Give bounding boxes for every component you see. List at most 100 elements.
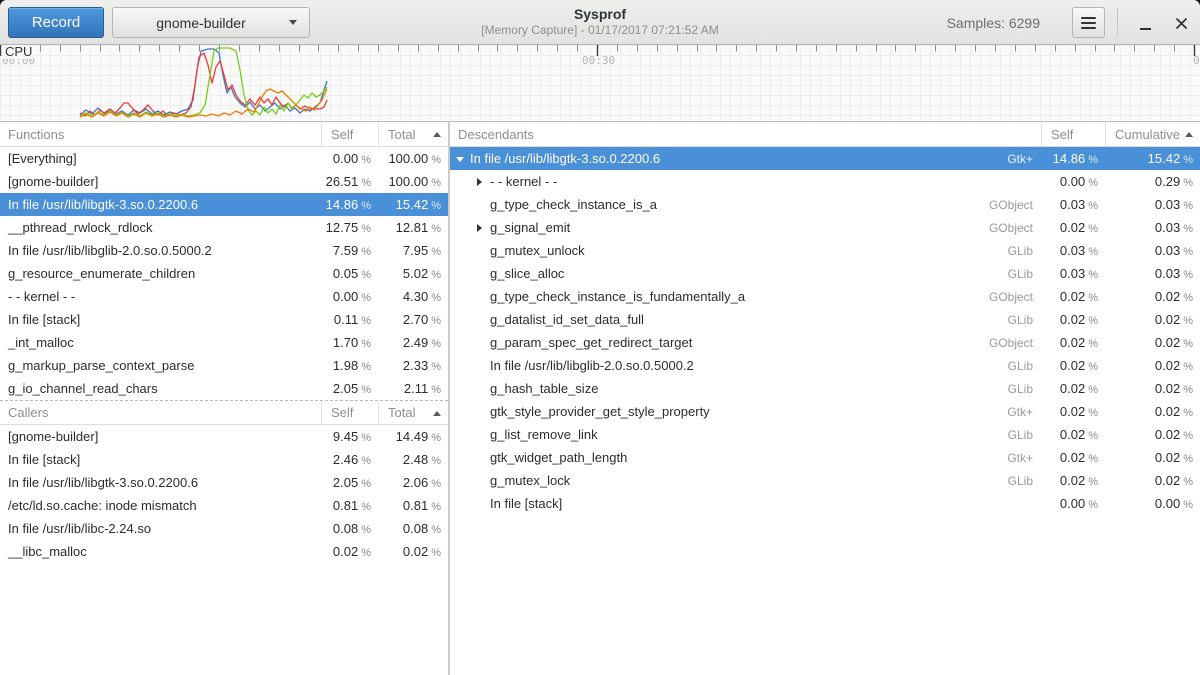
function-name: g_type_check_instance_is_fundamentally_a [490, 289, 745, 304]
total-percent: 14.49% [378, 429, 448, 444]
tree-row[interactable]: - - kernel - -0.00%0.29% [450, 170, 1200, 193]
functions-total-column-header[interactable]: Total [378, 122, 448, 146]
function-name: - - kernel - - [0, 289, 321, 304]
table-row[interactable]: In file /usr/lib/libc-2.24.so0.08%0.08% [0, 517, 448, 540]
tree-row[interactable]: gtk_widget_path_lengthGtk+0.02%0.02% [450, 446, 1200, 469]
cumulative-percent: 0.02% [1105, 358, 1200, 373]
close-icon [1175, 17, 1188, 30]
cumulative-percent: 0.02% [1105, 335, 1200, 350]
close-button[interactable] [1168, 10, 1194, 36]
table-row[interactable]: __libc_malloc0.02%0.02% [0, 540, 448, 563]
function-name: g_mutex_lock [490, 473, 570, 488]
function-name: In file /usr/lib/libglib-2.0.so.0.5000.2 [490, 358, 694, 373]
expander-closed-icon[interactable] [476, 177, 485, 187]
expander-spacer [476, 430, 485, 440]
menu-button[interactable] [1072, 7, 1105, 38]
tree-row[interactable]: g_mutex_lockGLib0.02%0.02% [450, 469, 1200, 492]
tree-row[interactable]: g_type_check_instance_is_fundamentally_a… [450, 285, 1200, 308]
sort-ascending-icon [433, 132, 441, 137]
table-row[interactable]: In file /usr/lib/libglib-2.0.so.0.5000.2… [0, 239, 448, 262]
library-badge: GLib [1008, 359, 1041, 373]
function-name: - - kernel - - [490, 174, 557, 189]
table-row[interactable]: __pthread_rwlock_rdlock12.75%12.81% [0, 216, 448, 239]
self-percent: 0.05% [321, 266, 378, 281]
record-button-label: Record [32, 14, 80, 31]
expander-closed-icon[interactable] [476, 223, 485, 233]
function-name: gtk_style_provider_get_style_property [490, 404, 710, 419]
self-percent: 2.05% [321, 475, 378, 490]
table-row[interactable]: In file [stack]2.46%2.48% [0, 448, 448, 471]
tree-row[interactable]: g_signal_emitGObject0.02%0.03% [450, 216, 1200, 239]
callers-table: [gnome-builder]9.45%14.49%In file [stack… [0, 425, 448, 563]
library-badge: GLib [1008, 244, 1041, 258]
self-percent: 0.11% [321, 312, 378, 327]
table-row[interactable]: [Everything]0.00%100.00% [0, 147, 448, 170]
function-name: /etc/ld.so.cache: inode mismatch [0, 498, 321, 513]
tree-row[interactable]: gtk_style_provider_get_style_propertyGtk… [450, 400, 1200, 423]
total-percent: 2.70% [378, 312, 448, 327]
tree-row[interactable]: g_slice_allocGLib0.03%0.03% [450, 262, 1200, 285]
callers-total-column-header[interactable]: Total [378, 401, 448, 424]
tree-row[interactable]: g_type_check_instance_is_aGObject0.03%0.… [450, 193, 1200, 216]
record-button[interactable]: Record [8, 7, 104, 38]
function-name: _int_malloc [0, 335, 321, 350]
hamburger-icon [1081, 17, 1096, 19]
descendants-self-column-header[interactable]: Self [1041, 122, 1105, 146]
tree-row[interactable]: g_param_spec_get_redirect_targetGObject0… [450, 331, 1200, 354]
self-percent: 0.02% [1041, 427, 1105, 442]
target-process-dropdown[interactable]: gnome-builder [112, 7, 310, 38]
tree-row[interactable]: g_datalist_id_set_data_fullGLib0.02%0.02… [450, 308, 1200, 331]
chevron-down-icon [289, 20, 297, 25]
self-percent: 9.45% [321, 429, 378, 444]
total-percent: 12.81% [378, 220, 448, 235]
callers-column-header[interactable]: Callers [0, 405, 321, 420]
total-percent: 4.30% [378, 289, 448, 304]
cumulative-percent: 0.02% [1105, 312, 1200, 327]
total-percent: 2.33% [378, 358, 448, 373]
tree-row[interactable]: g_mutex_unlockGLib0.03%0.03% [450, 239, 1200, 262]
table-row[interactable]: In file [stack]0.11%2.70% [0, 308, 448, 331]
functions-table: [Everything]0.00%100.00%[gnome-builder]2… [0, 147, 448, 400]
self-percent: 0.02% [1041, 450, 1105, 465]
function-name: In file /usr/lib/libc-2.24.so [0, 521, 321, 536]
self-percent: 0.02% [321, 544, 378, 559]
function-name: g_list_remove_link [490, 427, 598, 442]
total-percent: 0.02% [378, 544, 448, 559]
self-percent: 0.08% [321, 521, 378, 536]
table-row[interactable]: g_io_channel_read_chars2.05%2.11% [0, 377, 448, 400]
sort-ascending-icon [433, 411, 441, 416]
table-row[interactable]: g_resource_enumerate_children0.05%5.02% [0, 262, 448, 285]
library-badge: GObject [989, 290, 1041, 304]
table-row[interactable]: _int_malloc1.70%2.49% [0, 331, 448, 354]
self-percent: 0.02% [1041, 220, 1105, 235]
minimize-button[interactable] [1132, 10, 1158, 36]
cpu-chart-label: CPU [3, 45, 34, 59]
functions-column-header[interactable]: Functions [0, 127, 321, 142]
table-row[interactable]: /etc/ld.so.cache: inode mismatch0.81%0.8… [0, 494, 448, 517]
descendants-column-header[interactable]: Descendants [450, 127, 1041, 142]
table-row[interactable]: g_markup_parse_context_parse1.98%2.33% [0, 354, 448, 377]
self-percent: 0.02% [1041, 404, 1105, 419]
self-percent: 0.00% [1041, 174, 1105, 189]
callers-self-column-header[interactable]: Self [321, 401, 378, 424]
table-row[interactable]: [gnome-builder]26.51%100.00% [0, 170, 448, 193]
table-row[interactable]: In file /usr/lib/libgtk-3.so.0.2200.62.0… [0, 471, 448, 494]
functions-self-column-header[interactable]: Self [321, 122, 378, 146]
table-row[interactable]: [gnome-builder]9.45%14.49% [0, 425, 448, 448]
cpu-usage-chart[interactable]: CPU 00:0000:3001:00 [0, 45, 1200, 122]
expander-spacer [476, 407, 485, 417]
tree-row[interactable]: In file /usr/lib/libglib-2.0.so.0.5000.2… [450, 354, 1200, 377]
tree-row[interactable]: In file /usr/lib/libgtk-3.so.0.2200.6Gtk… [450, 147, 1200, 170]
tree-row[interactable]: g_list_remove_linkGLib0.02%0.02% [450, 423, 1200, 446]
table-row[interactable]: In file /usr/lib/libgtk-3.so.0.2200.614.… [0, 193, 448, 216]
library-badge: Gtk+ [1007, 451, 1041, 465]
table-row[interactable]: - - kernel - -0.00%4.30% [0, 285, 448, 308]
function-name: __libc_malloc [0, 544, 321, 559]
tree-row[interactable]: In file [stack]0.00%0.00% [450, 492, 1200, 515]
descendants-cumulative-column-header[interactable]: Cumulative [1105, 122, 1200, 146]
tree-row[interactable]: g_hash_table_sizeGLib0.02%0.02% [450, 377, 1200, 400]
expander-spacer [476, 499, 485, 509]
function-name: g_signal_emit [490, 220, 570, 235]
expander-open-icon[interactable] [456, 154, 465, 164]
library-badge: GLib [1008, 313, 1041, 327]
